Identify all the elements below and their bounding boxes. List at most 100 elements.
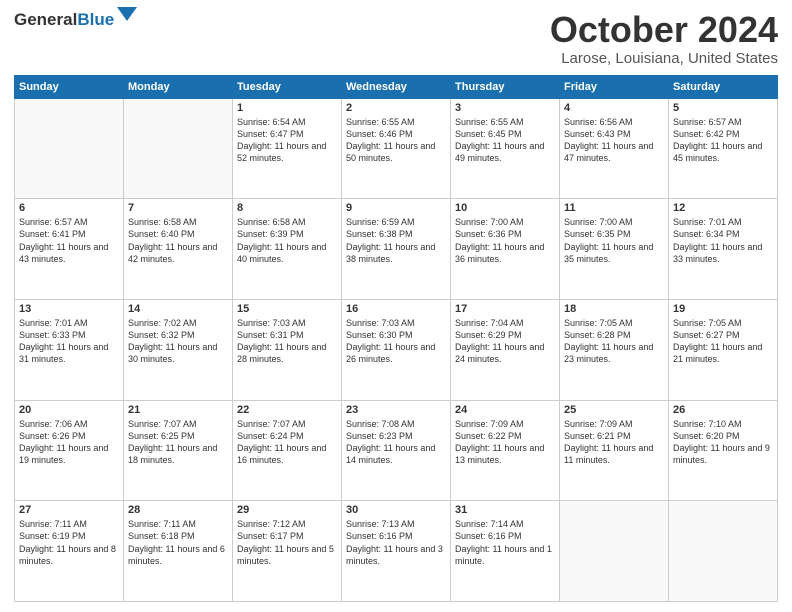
day-info: Sunrise: 7:09 AMSunset: 6:22 PMDaylight:… <box>455 418 555 467</box>
day-info: Sunrise: 6:58 AMSunset: 6:39 PMDaylight:… <box>237 216 337 265</box>
calendar-cell: 9 Sunrise: 6:59 AMSunset: 6:38 PMDaylight… <box>342 199 451 300</box>
calendar-title: October 2024 <box>550 10 778 50</box>
day-info: Sunrise: 7:07 AMSunset: 6:24 PMDaylight:… <box>237 418 337 467</box>
day-number: 9 <box>346 202 446 214</box>
day-info: Sunrise: 6:54 AMSunset: 6:47 PMDaylight:… <box>237 116 337 165</box>
day-number: 10 <box>455 202 555 214</box>
day-number: 5 <box>673 102 773 114</box>
day-number: 21 <box>128 404 228 416</box>
calendar-cell: 15 Sunrise: 7:03 AMSunset: 6:31 PMDayligh… <box>233 299 342 400</box>
col-saturday: Saturday <box>669 75 778 98</box>
col-monday: Monday <box>124 75 233 98</box>
day-number: 30 <box>346 504 446 516</box>
day-info: Sunrise: 6:56 AMSunset: 6:43 PMDaylight:… <box>564 116 664 165</box>
day-info: Sunrise: 7:07 AMSunset: 6:25 PMDaylight:… <box>128 418 228 467</box>
day-info: Sunrise: 6:57 AMSunset: 6:41 PMDaylight:… <box>19 216 119 265</box>
calendar-cell: 26 Sunrise: 7:10 AMSunset: 6:20 PMDayligh… <box>669 400 778 501</box>
day-number: 29 <box>237 504 337 516</box>
day-info: Sunrise: 7:10 AMSunset: 6:20 PMDaylight:… <box>673 418 773 467</box>
calendar-cell: 19 Sunrise: 7:05 AMSunset: 6:27 PMDayligh… <box>669 299 778 400</box>
day-number: 2 <box>346 102 446 114</box>
day-number: 18 <box>564 303 664 315</box>
calendar-cell: 28 Sunrise: 7:11 AMSunset: 6:18 PMDayligh… <box>124 501 233 602</box>
day-info: Sunrise: 7:08 AMSunset: 6:23 PMDaylight:… <box>346 418 446 467</box>
col-friday: Friday <box>560 75 669 98</box>
day-number: 28 <box>128 504 228 516</box>
day-info: Sunrise: 6:55 AMSunset: 6:45 PMDaylight:… <box>455 116 555 165</box>
day-number: 12 <box>673 202 773 214</box>
calendar-cell: 10 Sunrise: 7:00 AMSunset: 6:36 PMDayligh… <box>451 199 560 300</box>
calendar-cell: 8 Sunrise: 6:58 AMSunset: 6:39 PMDaylight… <box>233 199 342 300</box>
calendar-week-1: 1 Sunrise: 6:54 AMSunset: 6:47 PMDaylight… <box>15 98 778 199</box>
day-info: Sunrise: 7:03 AMSunset: 6:31 PMDaylight:… <box>237 317 337 366</box>
calendar-cell: 31 Sunrise: 7:14 AMSunset: 6:16 PMDayligh… <box>451 501 560 602</box>
day-info: Sunrise: 7:12 AMSunset: 6:17 PMDaylight:… <box>237 518 337 567</box>
title-block: October 2024 Larose, Louisiana, United S… <box>550 10 778 67</box>
day-number: 16 <box>346 303 446 315</box>
day-info: Sunrise: 7:14 AMSunset: 6:16 PMDaylight:… <box>455 518 555 567</box>
logo: GeneralBlue <box>14 10 137 30</box>
day-info: Sunrise: 7:09 AMSunset: 6:21 PMDaylight:… <box>564 418 664 467</box>
day-number: 15 <box>237 303 337 315</box>
day-info: Sunrise: 6:58 AMSunset: 6:40 PMDaylight:… <box>128 216 228 265</box>
calendar-cell: 17Sunrise: 7:04 AMSunset: 6:29 PMDayligh… <box>451 299 560 400</box>
calendar-cell: 3 Sunrise: 6:55 AMSunset: 6:45 PMDaylight… <box>451 98 560 199</box>
day-info: Sunrise: 7:11 AMSunset: 6:19 PMDaylight:… <box>19 518 119 567</box>
calendar-cell: 2 Sunrise: 6:55 AMSunset: 6:46 PMDaylight… <box>342 98 451 199</box>
day-info: Sunrise: 7:00 AMSunset: 6:36 PMDaylight:… <box>455 216 555 265</box>
day-number: 1 <box>237 102 337 114</box>
calendar-cell: 27 Sunrise: 7:11 AMSunset: 6:19 PMDayligh… <box>15 501 124 602</box>
calendar-cell: 24Sunrise: 7:09 AMSunset: 6:22 PMDayligh… <box>451 400 560 501</box>
day-number: 14 <box>128 303 228 315</box>
calendar-cell: 6Sunrise: 6:57 AMSunset: 6:41 PMDaylight… <box>15 199 124 300</box>
calendar-cell: 30Sunrise: 7:13 AMSunset: 6:16 PMDayligh… <box>342 501 451 602</box>
day-info: Sunrise: 7:05 AMSunset: 6:27 PMDaylight:… <box>673 317 773 366</box>
day-number: 23 <box>346 404 446 416</box>
col-tuesday: Tuesday <box>233 75 342 98</box>
calendar-cell: 21 Sunrise: 7:07 AMSunset: 6:25 PMDayligh… <box>124 400 233 501</box>
day-number: 25 <box>564 404 664 416</box>
day-info: Sunrise: 7:04 AMSunset: 6:29 PMDaylight:… <box>455 317 555 366</box>
calendar-cell: 7 Sunrise: 6:58 AMSunset: 6:40 PMDaylight… <box>124 199 233 300</box>
day-number: 26 <box>673 404 773 416</box>
calendar-header-row: Sunday Monday Tuesday Wednesday Thursday… <box>15 75 778 98</box>
header: GeneralBlue October 2024 Larose, Louisia… <box>14 10 778 67</box>
day-info: Sunrise: 7:11 AMSunset: 6:18 PMDaylight:… <box>128 518 228 567</box>
calendar-cell <box>669 501 778 602</box>
day-info: Sunrise: 6:59 AMSunset: 6:38 PMDaylight:… <box>346 216 446 265</box>
logo-icon <box>117 7 137 29</box>
col-wednesday: Wednesday <box>342 75 451 98</box>
calendar-cell: 23 Sunrise: 7:08 AMSunset: 6:23 PMDayligh… <box>342 400 451 501</box>
day-info: Sunrise: 7:02 AMSunset: 6:32 PMDaylight:… <box>128 317 228 366</box>
day-number: 31 <box>455 504 555 516</box>
calendar-cell: 12 Sunrise: 7:01 AMSunset: 6:34 PMDayligh… <box>669 199 778 300</box>
day-info: Sunrise: 7:00 AMSunset: 6:35 PMDaylight:… <box>564 216 664 265</box>
day-info: Sunrise: 7:01 AMSunset: 6:34 PMDaylight:… <box>673 216 773 265</box>
calendar-cell: 18Sunrise: 7:05 AMSunset: 6:28 PMDayligh… <box>560 299 669 400</box>
calendar-cell: 16Sunrise: 7:03 AMSunset: 6:30 PMDayligh… <box>342 299 451 400</box>
day-info: Sunrise: 6:57 AMSunset: 6:42 PMDaylight:… <box>673 116 773 165</box>
calendar-cell: 13 Sunrise: 7:01 AMSunset: 6:33 PMDayligh… <box>15 299 124 400</box>
day-info: Sunrise: 7:06 AMSunset: 6:26 PMDaylight:… <box>19 418 119 467</box>
day-info: Sunrise: 7:01 AMSunset: 6:33 PMDaylight:… <box>19 317 119 366</box>
calendar-cell: 11 Sunrise: 7:00 AMSunset: 6:35 PMDayligh… <box>560 199 669 300</box>
calendar-cell: 22Sunrise: 7:07 AMSunset: 6:24 PMDayligh… <box>233 400 342 501</box>
day-number: 8 <box>237 202 337 214</box>
day-number: 3 <box>455 102 555 114</box>
calendar-table: Sunday Monday Tuesday Wednesday Thursday… <box>14 75 778 602</box>
day-number: 13 <box>19 303 119 315</box>
day-number: 19 <box>673 303 773 315</box>
calendar-cell: 29 Sunrise: 7:12 AMSunset: 6:17 PMDayligh… <box>233 501 342 602</box>
day-info: Sunrise: 6:55 AMSunset: 6:46 PMDaylight:… <box>346 116 446 165</box>
calendar-week-3: 13 Sunrise: 7:01 AMSunset: 6:33 PMDayligh… <box>15 299 778 400</box>
calendar-cell <box>124 98 233 199</box>
day-number: 27 <box>19 504 119 516</box>
col-thursday: Thursday <box>451 75 560 98</box>
day-number: 20 <box>19 404 119 416</box>
calendar-cell: 4Sunrise: 6:56 AMSunset: 6:43 PMDaylight… <box>560 98 669 199</box>
calendar-cell <box>15 98 124 199</box>
calendar-cell: 14 Sunrise: 7:02 AMSunset: 6:32 PMDayligh… <box>124 299 233 400</box>
day-number: 11 <box>564 202 664 214</box>
calendar-cell: 20 Sunrise: 7:06 AMSunset: 6:26 PMDayligh… <box>15 400 124 501</box>
day-number: 7 <box>128 202 228 214</box>
